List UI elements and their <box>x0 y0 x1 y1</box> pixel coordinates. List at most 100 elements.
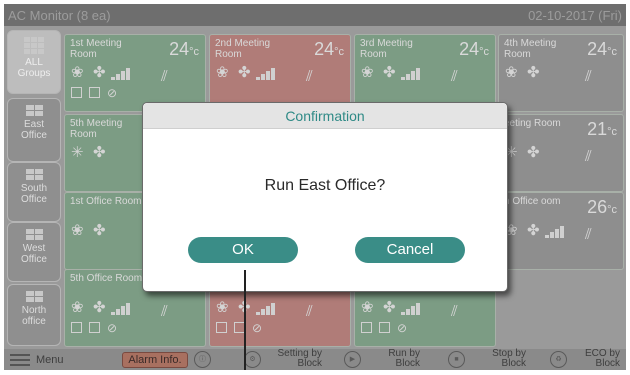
menu-icon-bar <box>10 359 30 361</box>
eco-by-block-label: ECO by Block <box>584 348 620 369</box>
room-name: 2nd Meeting Room <box>215 38 271 60</box>
room-name: 1st Office Room <box>70 196 142 207</box>
lock-icon <box>89 322 100 333</box>
dialog-title: Confirmation <box>143 103 507 129</box>
sun-icon: ✳ <box>71 144 84 161</box>
louver-icon: ⫽ <box>306 68 313 85</box>
grid-icon <box>25 169 43 180</box>
fan-icon: ❀ <box>361 64 374 81</box>
dialog-message: Run East Office? <box>264 177 386 194</box>
mode-icon: ✤ <box>93 222 106 239</box>
group-label: North office <box>21 305 47 327</box>
louver-icon: ⫽ <box>451 68 458 85</box>
room-tile[interactable]: eeting Room 21°c ✳ ✤ ⫽ <box>498 114 624 192</box>
stop-by-block-button[interactable]: Stop by Block <box>466 349 526 370</box>
filter-icon: ⊘ <box>107 321 118 335</box>
bottom-toolbar: Menu Alarm Info. ⓘ ⚙ Setting by Block ▶ … <box>4 349 626 370</box>
group-button-all[interactable]: ALL Groups <box>7 30 61 94</box>
grid-icon <box>24 37 44 54</box>
room-name: eeting Room <box>504 118 561 129</box>
filter-icon: ⊘ <box>107 86 118 100</box>
louver-icon: ⫽ <box>585 68 592 85</box>
screen-title: AC Monitor (8 ea) <box>8 8 111 23</box>
room-status-icons: ❀ ✤ ⫽ ⊘ <box>71 300 199 344</box>
fan-speed-icon <box>111 68 137 80</box>
mode-icon: ✤ <box>527 222 540 239</box>
fan-icon: ❀ <box>216 64 229 81</box>
ac-monitor-screen: AC Monitor (8 ea) 02-10-2017 (Fri) ALL G… <box>4 4 626 370</box>
fan-speed-icon <box>256 303 282 315</box>
mode-icon: ✤ <box>383 299 396 316</box>
louver-icon: ⫽ <box>585 148 592 165</box>
louver-icon: ⫽ <box>161 303 168 320</box>
room-status-icons: ❀ ✤ ⫽ ⊘ <box>216 300 344 344</box>
eco-by-block-button[interactable]: ECO by Block <box>568 349 620 370</box>
run-by-block-button[interactable]: Run by Block <box>362 349 420 370</box>
group-button-west[interactable]: West Office <box>7 222 61 282</box>
room-name: 5th Office Room <box>70 273 143 284</box>
fan-icon: ❀ <box>216 299 229 316</box>
room-tile[interactable]: 1st Meeting Room 24°c ❀ ✤ ⫽ ⊘ <box>64 34 206 112</box>
room-temperature: 21°c <box>587 119 617 139</box>
stop-block-icon: ■ <box>448 351 465 368</box>
title-bar: AC Monitor (8 ea) 02-10-2017 (Fri) <box>4 4 626 26</box>
room-name: 5th Meeting Room <box>70 118 123 140</box>
room-name: 4th Meeting Room <box>504 38 557 60</box>
run-by-block-label: Run by Block <box>388 348 420 369</box>
room-status-icons: ❀ ✤ ⫽ ⊘ <box>361 300 489 344</box>
info-icon[interactable]: ⓘ <box>194 351 211 368</box>
fan-icon: ❀ <box>71 222 84 239</box>
louver-icon: ⫽ <box>161 68 168 85</box>
schedule-icon <box>361 322 372 333</box>
mode-icon: ✤ <box>93 299 106 316</box>
fan-icon: ❀ <box>505 64 518 81</box>
room-tile[interactable]: 4th Meeting Room 24°c ❀ ✤ ⫽ <box>498 34 624 112</box>
louver-icon: ⫽ <box>306 303 313 320</box>
mode-icon: ✤ <box>527 144 540 161</box>
grid-icon <box>25 105 43 116</box>
group-label: East Office <box>21 119 47 141</box>
room-temperature: 26°c <box>587 197 617 217</box>
mode-icon: ✤ <box>93 144 106 161</box>
lock-icon <box>89 87 100 98</box>
alarm-info-button[interactable]: Alarm Info. <box>122 352 188 368</box>
room-tile[interactable]: h Office oom 26°c ❀ ✤ ⫽ <box>498 192 624 270</box>
mode-icon: ✤ <box>93 64 106 81</box>
cancel-button[interactable]: Cancel <box>355 237 465 263</box>
room-status-icons: ✳ ✤ ⫽ <box>505 145 617 189</box>
setting-by-block-label: Setting by Block <box>277 348 322 369</box>
group-button-north[interactable]: North office <box>7 284 61 346</box>
ok-button[interactable]: OK <box>188 237 298 263</box>
setting-by-block-button[interactable]: Setting by Block <box>262 349 322 370</box>
grid-icon <box>25 229 43 240</box>
room-name: h Office oom <box>504 196 561 207</box>
room-tile[interactable]: 3rd Meeting Room 24°c ❀ ✤ ⫽ <box>354 34 496 112</box>
run-block-icon: ▶ <box>344 351 361 368</box>
louver-icon: ⫽ <box>451 303 458 320</box>
room-name: 3rd Meeting Room <box>360 38 413 60</box>
room-status-icons: ❀ ✤ ⫽ <box>505 65 617 109</box>
group-label: South Office <box>20 183 48 205</box>
group-button-south[interactable]: South Office <box>7 162 61 222</box>
stop-by-block-label: Stop by Block <box>492 348 526 369</box>
mode-icon: ✤ <box>238 64 251 81</box>
mode-icon: ✤ <box>527 64 540 81</box>
filter-icon: ⊘ <box>397 321 408 335</box>
room-temperature: 24°c <box>169 39 199 59</box>
lock-icon <box>379 322 390 333</box>
group-label: ALL Groups <box>17 57 51 79</box>
confirmation-dialog: Confirmation Run East Office? OK Cancel <box>142 102 508 292</box>
room-name: 1st Meeting Room <box>70 38 122 60</box>
schedule-icon <box>216 322 227 333</box>
fan-icon: ❀ <box>71 299 84 316</box>
eco-block-icon: ♻ <box>550 351 567 368</box>
pointer-callout-line <box>244 270 246 370</box>
group-button-east[interactable]: East Office <box>7 98 61 162</box>
filter-icon: ⊘ <box>252 321 263 335</box>
mode-icon: ✤ <box>383 64 396 81</box>
louver-icon: ⫽ <box>585 226 592 243</box>
fan-speed-icon <box>545 226 571 238</box>
room-tile[interactable]: 2nd Meeting Room 24°c ❀ ✤ ⫽ <box>209 34 351 112</box>
menu-label: Menu <box>36 354 64 366</box>
schedule-icon <box>71 322 82 333</box>
